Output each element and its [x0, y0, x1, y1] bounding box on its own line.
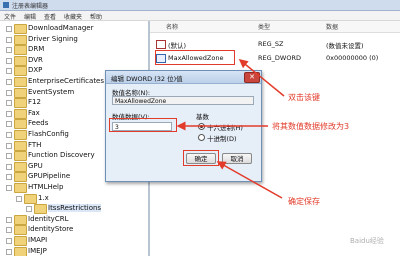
arrow-confirm-save	[216, 161, 283, 199]
annotation-change-value: 将其数值数据修改为3	[272, 122, 350, 131]
annotation-confirm-save: 确定保存	[288, 197, 320, 206]
arrow-double-click	[238, 59, 285, 97]
watermark: Baidu经验	[350, 237, 384, 245]
annotation-double-click: 双击该键	[288, 93, 320, 102]
